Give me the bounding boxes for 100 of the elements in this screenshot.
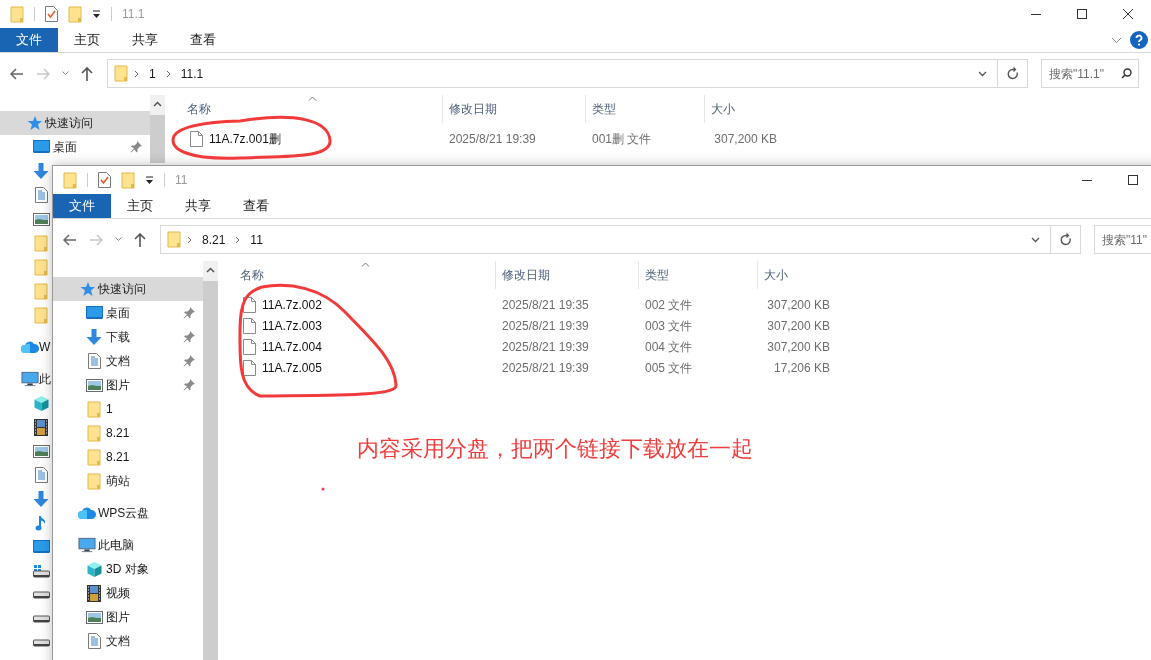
nav-item[interactable]: 视频 [53,581,203,605]
back-arrow-icon[interactable] [10,67,24,80]
nav-item[interactable]: WPS云盘 [53,501,203,525]
drive-icon [32,639,50,647]
maximize-icon [1128,175,1138,185]
nav-item[interactable]: 8.21 [53,445,203,469]
nav-item[interactable]: 桌面 [53,301,203,325]
customize-toolbar-icon[interactable] [92,9,101,19]
ribbon-tab[interactable]: 文件 [53,194,111,218]
music-note-icon [35,514,47,532]
drive-icon [32,615,50,623]
ribbon-tab[interactable]: 查看 [174,28,232,52]
nav-item[interactable]: 图片 [53,605,203,629]
column-header[interactable]: 名称 [218,261,495,289]
dropdown-chevron-icon[interactable] [978,70,987,77]
refresh-icon [1059,233,1072,246]
file-name[interactable]: 11A.7z.001删 [209,129,281,148]
file-name[interactable]: 11A.7z.005 [262,358,322,377]
folder-icon [63,171,77,189]
file-size: 307,200 KB [767,296,830,314]
nav-item[interactable]: 1 [53,397,203,421]
ribbon-tab[interactable]: 主页 [111,194,169,218]
folder-icon [121,171,135,189]
search-field[interactable]: 搜索"11.1" [1041,59,1139,88]
column-header[interactable]: 修改日期 [442,95,585,123]
nav-item[interactable]: 图片 [53,373,203,397]
chevron-right-icon [187,235,192,244]
ribbon-tab[interactable]: 查看 [227,194,285,218]
column-header[interactable]: 类型 [638,261,757,289]
up-arrow-icon[interactable] [134,232,146,247]
breadcrumb-item[interactable]: 1 [145,64,160,83]
folder-icon [34,306,48,324]
file-icon [190,130,203,147]
scroll-up-icon[interactable] [206,267,215,273]
ribbon-tab[interactable]: 共享 [116,28,174,52]
cube-icon [32,394,50,412]
column-header[interactable]: 修改日期 [495,261,638,289]
file-type: 001删 文件 [592,131,652,146]
file-icon [243,338,256,355]
nav-item[interactable]: 下载 [53,325,203,349]
file-name[interactable]: 11A.7z.002 [262,295,322,314]
nav-item[interactable]: 桌面 [0,135,150,159]
file-name[interactable]: 11A.7z.004 [262,337,322,356]
refresh-button[interactable] [998,59,1028,88]
download-arrow-icon [33,162,49,180]
nav-item[interactable]: W [0,335,52,359]
properties-icon[interactable] [98,172,111,188]
nav-item[interactable]: 此 [0,367,52,391]
folder-icon [87,472,101,490]
address-bar[interactable]: 1 11.1 [107,59,998,88]
modified-date: 2025/8/21 19:39 [502,318,589,333]
refresh-icon [1006,67,1019,80]
modified-date: 2025/8/21 19:39 [502,360,589,375]
minimize-icon [1031,13,1041,15]
nav-item[interactable]: 8.21 [53,421,203,445]
chevron-right-icon [165,69,171,78]
cube-icon [85,560,103,578]
address-bar[interactable]: 8.21 11 [160,225,1051,254]
breadcrumb-item[interactable]: 11 [246,230,267,249]
customize-toolbar-icon[interactable] [145,175,154,185]
ribbon-tab[interactable]: 主页 [58,28,116,52]
back-arrow-icon[interactable] [63,233,77,246]
expand-ribbon-icon[interactable] [1111,36,1122,44]
nav-item[interactable]: 快速访问 [53,277,203,301]
nav-item[interactable]: 萌站 [53,469,203,493]
nav-item[interactable]: 快速访问 [0,111,150,135]
ink-dot [321,487,325,491]
nav-item[interactable]: 文档 [53,349,203,373]
picture-icon [32,444,50,458]
nav-item[interactable]: 此电脑 [53,533,203,557]
file-icon [243,317,256,334]
dropdown-chevron-icon[interactable] [115,237,122,242]
column-header[interactable]: 类型 [585,95,704,123]
file-type: 005 文件 [645,360,693,375]
nav-item[interactable]: 文档 [53,629,203,653]
document-icon [34,467,48,483]
up-arrow-icon[interactable] [81,66,93,81]
column-header[interactable]: 大小 [757,261,838,289]
file-name[interactable]: 11A.7z.003 [262,316,322,335]
maximize-icon [1077,9,1087,19]
scrollbar-thumb[interactable] [150,115,165,163]
column-header[interactable]: 大小 [704,95,785,123]
dropdown-chevron-icon[interactable] [62,71,69,76]
ribbon-tab[interactable]: 文件 [0,28,58,52]
column-header[interactable]: 名称 [165,95,442,123]
film-icon [87,584,101,602]
help-icon[interactable] [1130,31,1148,49]
folder-icon [34,234,48,252]
refresh-button[interactable] [1051,225,1081,254]
breadcrumb-item[interactable]: 11.1 [176,64,208,83]
breadcrumb-item[interactable]: 8.21 [198,230,230,249]
search-field[interactable]: 搜索"11" [1094,225,1151,254]
properties-icon[interactable] [45,6,58,22]
scroll-up-icon[interactable] [153,101,162,107]
file-type: 004 文件 [645,339,693,354]
ribbon-tab[interactable]: 共享 [169,194,227,218]
dropdown-chevron-icon[interactable] [1031,236,1040,243]
film-icon [34,418,48,436]
nav-item[interactable]: 3D 对象 [53,557,203,581]
folder-icon [10,5,24,23]
